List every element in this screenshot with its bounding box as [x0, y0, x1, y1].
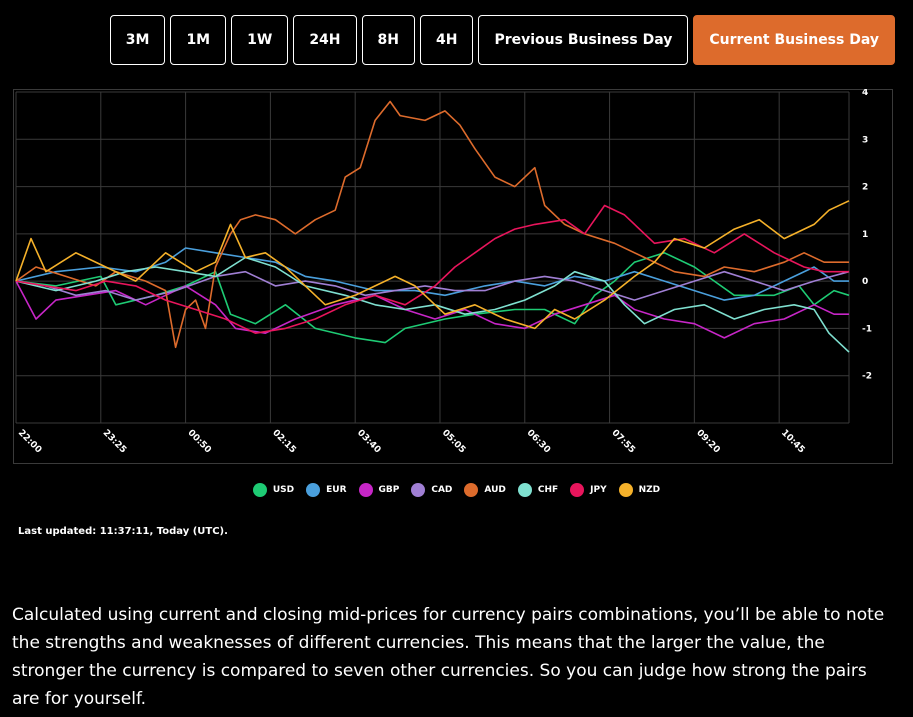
- legend-label: EUR: [326, 485, 347, 495]
- x-tick-label: 09:20: [694, 428, 721, 455]
- legend-label: NZD: [638, 485, 661, 495]
- legend-dot-icon: [517, 483, 532, 497]
- series-line-gbp: [15, 280, 849, 339]
- legend-item-usd[interactable]: USD: [252, 483, 295, 497]
- legend-dot-icon: [618, 483, 633, 497]
- legend-item-nzd[interactable]: NZD: [618, 483, 661, 497]
- legend-label: GBP: [378, 485, 400, 495]
- series-line-nzd: [15, 200, 850, 330]
- legend-dot-icon: [570, 483, 585, 497]
- tab-3m[interactable]: 3M: [109, 15, 166, 65]
- legend-item-cad[interactable]: CAD: [411, 483, 452, 497]
- x-tick-label: 06:30: [525, 428, 552, 455]
- legend-item-chf[interactable]: CHF: [517, 483, 559, 497]
- legend-label: USD: [272, 485, 295, 495]
- tab-current-business-day[interactable]: Current Business Day: [693, 15, 895, 65]
- y-tick-label: 0: [862, 277, 868, 287]
- y-tick-label: 1: [862, 230, 868, 240]
- legend-label: AUD: [484, 485, 506, 495]
- tab-8h[interactable]: 8H: [361, 15, 415, 65]
- legend-dot-icon: [411, 483, 426, 497]
- x-tick-label: 22:00: [16, 428, 43, 455]
- chart-svg: 4 3 2 1 0 -1 -2 22:00 23:25 00:50 02:15 03:40 05:05 0…: [13, 89, 893, 464]
- last-updated-text: Last updated: 11:37:11, Today (UTC).: [18, 526, 228, 537]
- legend-label: JPY: [590, 485, 607, 495]
- series-line-eur: [15, 247, 849, 301]
- x-tick-label: 05:05: [440, 428, 467, 455]
- chart-border: [13, 89, 893, 464]
- x-tick-label: 00:50: [185, 428, 212, 455]
- x-tick-label: 03:40: [355, 428, 382, 455]
- chart-legend: USD EUR GBP CAD AUD CHF JPY NZD: [0, 483, 913, 497]
- legend-dot-icon: [358, 483, 373, 497]
- x-tick-label: 02:15: [270, 428, 297, 455]
- y-tick-label: 4: [862, 89, 868, 98]
- legend-dot-icon: [306, 483, 321, 497]
- legend-item-eur[interactable]: EUR: [306, 483, 347, 497]
- timeframe-tabs: 3M 1M 1W 24H 8H 4H Previous Business Day Curren…: [109, 15, 895, 65]
- legend-item-jpy[interactable]: JPY: [570, 483, 607, 497]
- legend-item-gbp[interactable]: GBP: [358, 483, 400, 497]
- legend-label: CAD: [431, 485, 453, 495]
- tab-previous-business-day[interactable]: Previous Business Day: [478, 15, 689, 65]
- x-tick-label: 07:55: [609, 428, 636, 455]
- y-tick-label: 3: [862, 135, 868, 145]
- x-tick-label: 23:25: [101, 428, 128, 455]
- series-line-aud: [15, 100, 849, 349]
- tab-1m[interactable]: 1M: [170, 15, 227, 65]
- y-tick-label: 2: [862, 183, 868, 193]
- x-tick-label: 10:45: [779, 428, 806, 455]
- tab-4h[interactable]: 4H: [419, 15, 474, 65]
- y-tick-label: -1: [862, 324, 872, 334]
- currency-strength-chart: 4 3 2 1 0 -1 -2 22:00 23:25 00:50 02:15 03:40 05:05 0…: [13, 89, 893, 464]
- description-paragraph: Calculated using current and closing mid…: [12, 605, 885, 709]
- legend-dot-icon: [464, 483, 479, 497]
- legend-dot-icon: [252, 483, 267, 497]
- legend-item-aud[interactable]: AUD: [464, 483, 506, 497]
- y-tick-label: -2: [862, 372, 872, 382]
- legend-label: CHF: [537, 485, 559, 495]
- tab-24h[interactable]: 24H: [293, 15, 357, 65]
- tab-1w[interactable]: 1W: [231, 15, 289, 65]
